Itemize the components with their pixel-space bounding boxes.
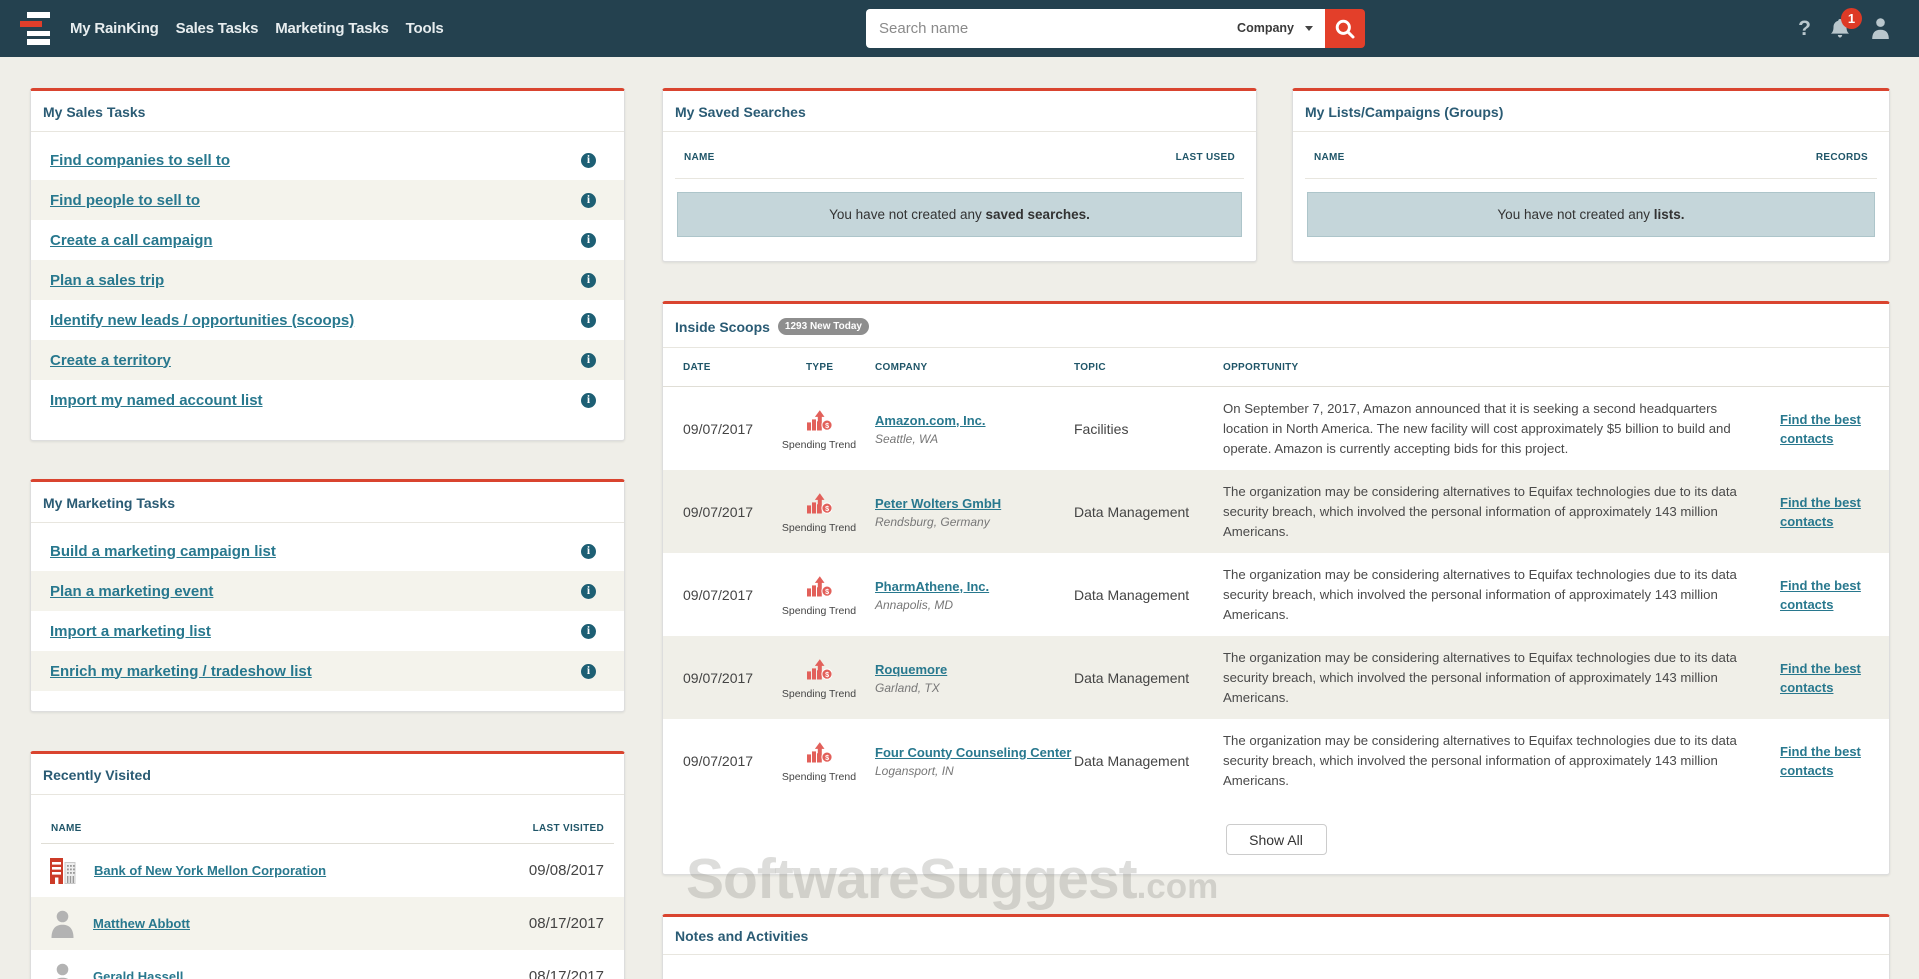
- svg-text:$: $: [825, 670, 829, 679]
- svg-text:$: $: [825, 587, 829, 596]
- svg-text:$: $: [825, 421, 829, 430]
- svg-text:$: $: [825, 753, 829, 762]
- svg-text:$: $: [825, 504, 829, 513]
